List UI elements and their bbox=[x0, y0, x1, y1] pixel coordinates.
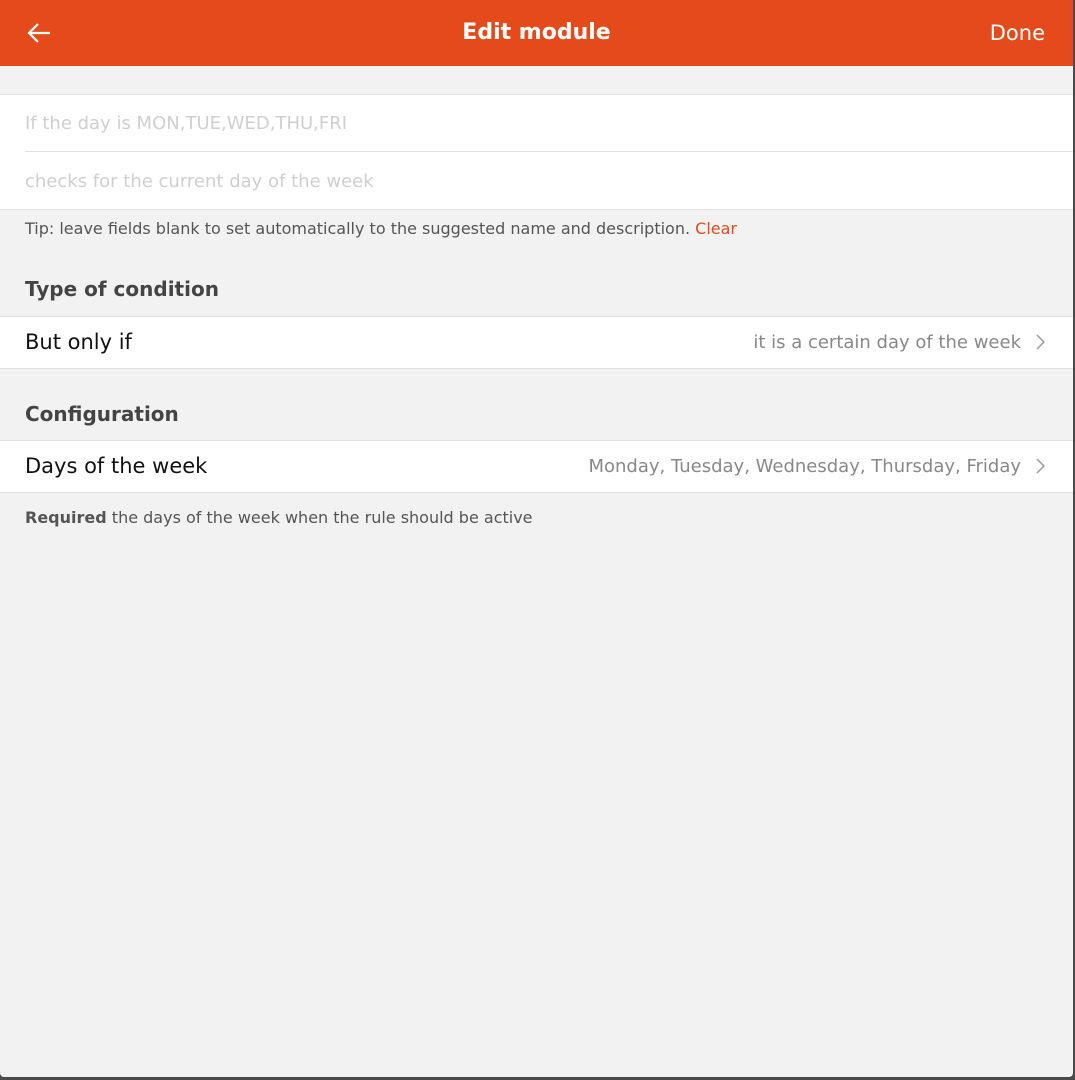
note-text: the days of the week when the rule shoul… bbox=[111, 508, 533, 527]
description-input[interactable] bbox=[25, 153, 1073, 209]
header-bar: Edit module Done bbox=[0, 0, 1073, 66]
condition-type-label: But only if bbox=[25, 330, 132, 354]
name-description-fields bbox=[0, 94, 1073, 210]
edit-module-window: Edit module Done Tip: leave fields blank… bbox=[0, 0, 1073, 1077]
clear-link[interactable]: Clear bbox=[695, 219, 737, 238]
chevron-right-icon bbox=[1036, 334, 1045, 350]
name-input[interactable] bbox=[25, 95, 1073, 152]
days-of-week-row[interactable]: Days of the week Monday, Tuesday, Wednes… bbox=[0, 440, 1073, 493]
tip-text: Tip: leave fields blank to set automatic… bbox=[25, 219, 737, 238]
done-button[interactable]: Done bbox=[990, 21, 1045, 45]
section-title-type-of-condition: Type of condition bbox=[25, 277, 219, 301]
condition-type-value: it is a certain day of the week bbox=[753, 332, 1021, 353]
days-of-week-value: Monday, Tuesday, Wednesday, Thursday, Fr… bbox=[588, 456, 1021, 477]
section-title-configuration: Configuration bbox=[25, 402, 179, 426]
chevron-right-icon bbox=[1036, 458, 1045, 474]
required-label: Required bbox=[25, 508, 107, 527]
tip-message: Tip: leave fields blank to set automatic… bbox=[25, 219, 691, 238]
days-of-week-label: Days of the week bbox=[25, 454, 208, 478]
page-title: Edit module bbox=[462, 20, 611, 45]
days-of-week-note: Required the days of the week when the r… bbox=[25, 508, 533, 527]
condition-type-row[interactable]: But only if it is a certain day of the w… bbox=[0, 316, 1073, 369]
